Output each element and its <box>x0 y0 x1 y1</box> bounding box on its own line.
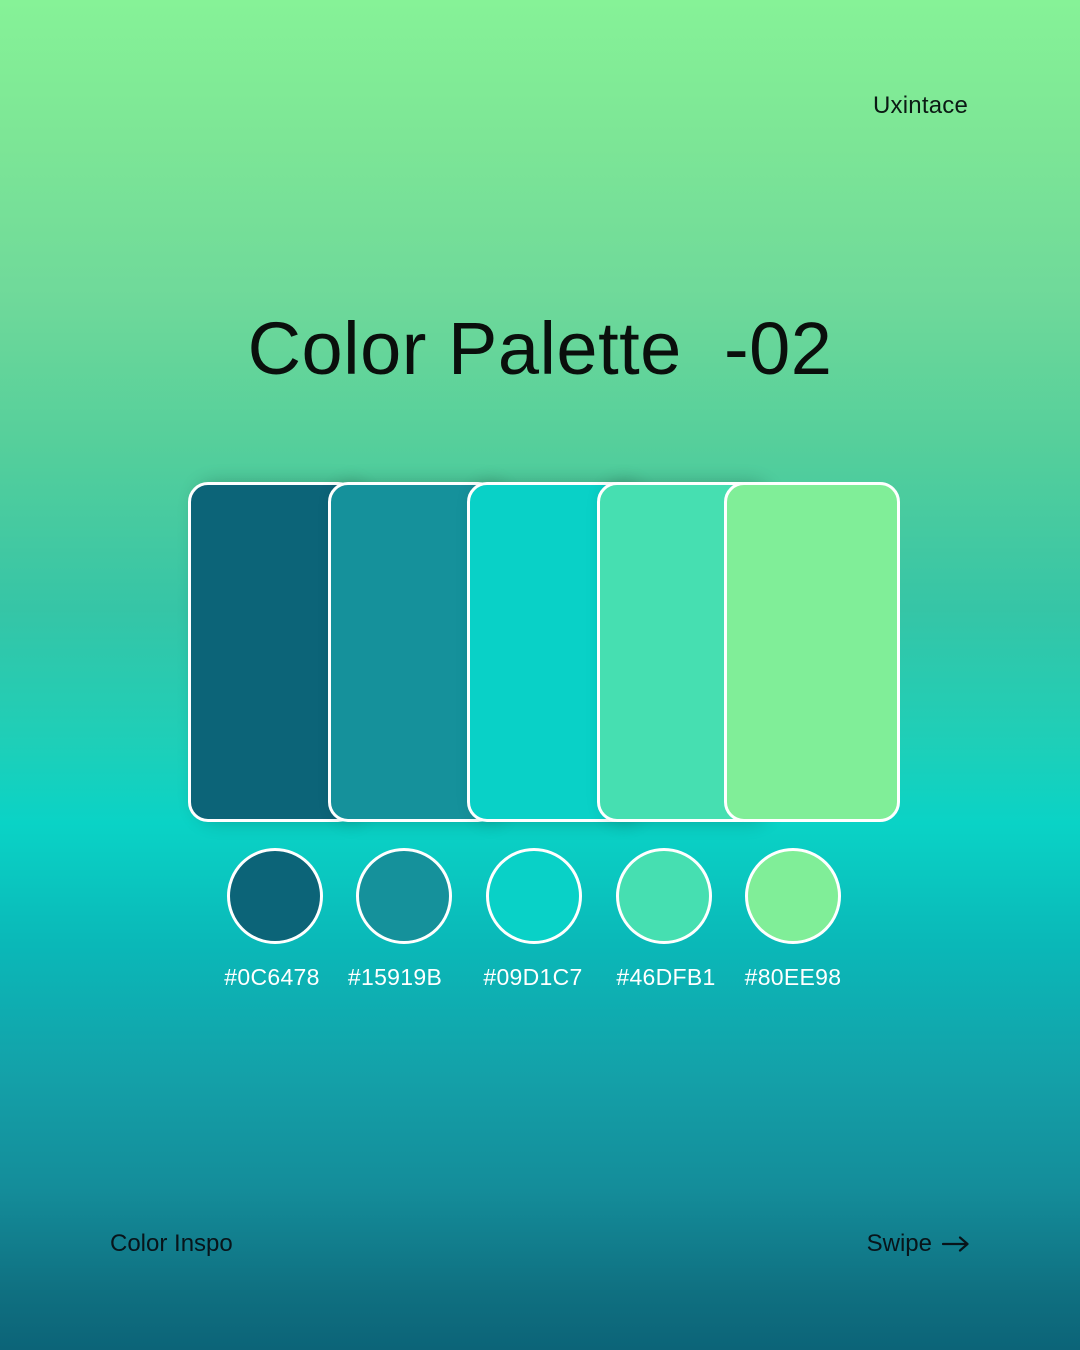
arrow-right-icon <box>942 1236 970 1252</box>
swatch-circle-5 <box>745 848 841 944</box>
swipe-label: Swipe <box>866 1230 932 1257</box>
swatch-circle-1 <box>227 848 323 944</box>
hex-label-3: #09D1C7 <box>483 964 583 990</box>
swipe-link[interactable]: Swipe <box>867 1230 970 1258</box>
swatch-card-5 <box>724 482 900 822</box>
swatch-circle-3 <box>486 848 582 944</box>
palette: #0C6478 #15919B #09D1C7 #46DFB1 #80EE98 <box>0 0 1080 1350</box>
hex-label-4: #46DFB1 <box>616 964 716 990</box>
hex-label-2: #15919B <box>347 964 443 990</box>
swatch-circle-4 <box>616 848 712 944</box>
hex-label-5: #80EE98 <box>744 964 842 990</box>
swatch-circle-2 <box>356 848 452 944</box>
footer-category-label: Color Inspo <box>110 1230 233 1257</box>
hex-label-1: #0C6478 <box>224 964 320 990</box>
